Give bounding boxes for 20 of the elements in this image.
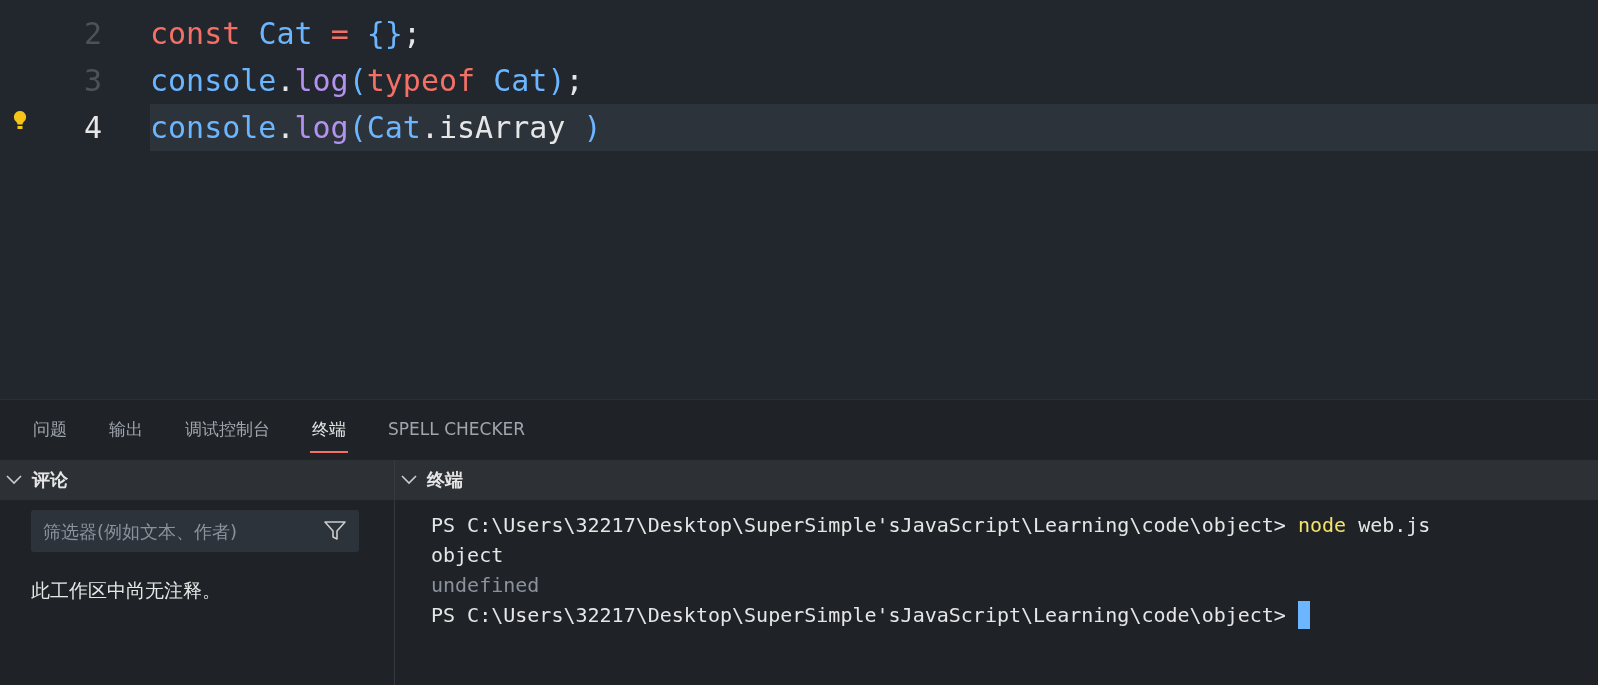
terminal-line: PS C:\Users\32217\Desktop\SuperSimple'sJavaScript\Learning\code\object> node web.js bbox=[431, 513, 1431, 537]
chevron-icon bbox=[401, 475, 417, 485]
panel-tab[interactable]: SPELL CHECKER bbox=[386, 409, 528, 451]
terminal-line: object bbox=[431, 543, 504, 567]
panel-tab[interactable]: 问题 bbox=[31, 407, 69, 453]
code-line: const Cat = {}; bbox=[150, 15, 422, 53]
panel-tab[interactable]: 输出 bbox=[107, 407, 145, 453]
code-line: console.log(typeof Cat); bbox=[150, 62, 585, 100]
section-header[interactable]: 评论 bbox=[0, 460, 394, 500]
line-number: 4 bbox=[82, 110, 102, 145]
empty-message: 此工作区中尚无注释。 bbox=[31, 578, 222, 603]
lightbulb-icon[interactable] bbox=[13, 110, 27, 130]
chevron-icon bbox=[6, 475, 22, 485]
section-header[interactable]: 终端 bbox=[395, 460, 1598, 500]
terminal-line: undefined bbox=[431, 573, 540, 597]
terminal-line: PS C:\Users\32217\Desktop\SuperSimple'sJavaScript\Learning\code\object> bbox=[431, 603, 1287, 627]
filter-field[interactable]: 筛选器(例如文本、作者) bbox=[31, 510, 359, 552]
panel-tab[interactable]: 调试控制台 bbox=[183, 407, 272, 453]
panel-tab[interactable]: 终端 bbox=[310, 407, 348, 453]
filter-icon[interactable] bbox=[323, 519, 347, 543]
